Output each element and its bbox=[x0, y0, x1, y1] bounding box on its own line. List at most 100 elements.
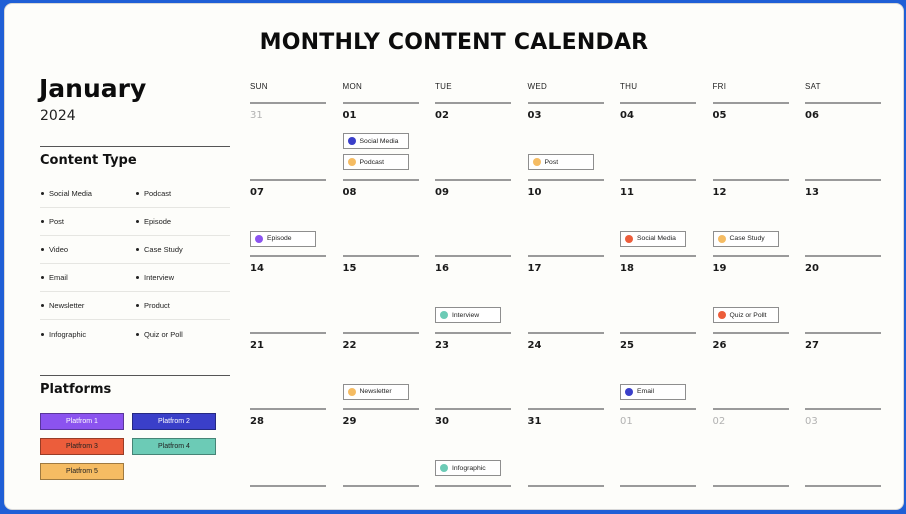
day-cell[interactable]: 31 bbox=[528, 416, 542, 427]
event-label: Case Study bbox=[729, 235, 765, 242]
event-chip[interactable]: Infographic bbox=[435, 460, 501, 476]
event-label: Episode bbox=[267, 235, 292, 242]
content-type-label: Newsletter bbox=[49, 301, 85, 310]
divider bbox=[712, 331, 789, 334]
platform-dot-icon bbox=[255, 234, 263, 243]
divider bbox=[342, 331, 419, 334]
day-cell[interactable]: 21 bbox=[250, 340, 264, 351]
divider bbox=[527, 178, 604, 181]
day-cell[interactable]: 06 bbox=[805, 110, 819, 121]
event-chip[interactable]: Newsletter bbox=[342, 383, 409, 400]
divider bbox=[435, 484, 511, 487]
platform-dot-icon bbox=[347, 137, 356, 145]
event-label: Social Media bbox=[637, 235, 676, 242]
day-cell[interactable]: 03 bbox=[805, 416, 818, 427]
event-chip[interactable]: Social Media bbox=[342, 133, 409, 149]
divider bbox=[435, 102, 511, 104]
bullet-icon bbox=[136, 248, 139, 251]
content-type-item: Email bbox=[40, 273, 135, 282]
day-cell[interactable]: 02 bbox=[713, 416, 726, 427]
content-type-item: Podcast bbox=[135, 189, 230, 198]
day-cell[interactable]: 13 bbox=[805, 187, 819, 198]
bullet-icon bbox=[136, 220, 139, 223]
bullet-icon bbox=[136, 304, 139, 307]
divider bbox=[620, 331, 696, 334]
event-chip[interactable]: Case Study bbox=[712, 230, 779, 247]
weekday-header: THU bbox=[620, 82, 638, 91]
content-type-item: Newsletter bbox=[40, 301, 135, 310]
day-cell[interactable]: 15 bbox=[343, 263, 357, 274]
divider bbox=[805, 255, 881, 257]
divider bbox=[805, 102, 881, 104]
content-type-item: Quiz or Poll bbox=[135, 330, 230, 339]
platform-tag: Platfrom 2 bbox=[132, 413, 216, 430]
day-cell[interactable]: 17 bbox=[528, 263, 542, 274]
divider bbox=[527, 331, 604, 334]
day-cell[interactable]: 10 bbox=[528, 187, 542, 198]
content-type-label: Podcast bbox=[144, 189, 172, 198]
divider bbox=[805, 331, 881, 334]
day-cell[interactable]: 29 bbox=[343, 416, 357, 427]
platform-legend: Platfrom 1 Platfrom 2 Platfrom 3 Platfrom 4… bbox=[40, 413, 230, 480]
day-cell[interactable]: 01 bbox=[343, 110, 357, 121]
event-label: Social Media bbox=[359, 137, 399, 145]
event-chip[interactable]: Interview bbox=[435, 307, 501, 323]
day-cell[interactable]: 07 bbox=[250, 187, 264, 198]
day-cell[interactable]: 26 bbox=[713, 340, 727, 351]
day-cell[interactable]: 12 bbox=[713, 187, 727, 198]
content-type-item: Case Study bbox=[135, 245, 230, 254]
day-cell[interactable]: 02 bbox=[435, 110, 449, 121]
day-cell[interactable]: 27 bbox=[805, 340, 819, 351]
day-cell[interactable]: 22 bbox=[343, 340, 357, 351]
day-cell[interactable]: 03 bbox=[528, 110, 542, 121]
event-chip[interactable]: Email bbox=[620, 383, 686, 400]
day-cell[interactable]: 20 bbox=[805, 263, 819, 274]
day-cell[interactable]: 24 bbox=[528, 340, 542, 351]
day-cell[interactable]: 11 bbox=[620, 187, 634, 198]
event-chip[interactable]: Quiz or Pollt bbox=[712, 307, 779, 323]
platform-dot-icon bbox=[717, 234, 726, 243]
content-type-item: Infographic bbox=[40, 330, 135, 339]
content-type-label: Infographic bbox=[49, 329, 87, 339]
event-chip[interactable]: Episode bbox=[250, 230, 316, 247]
day-cell[interactable]: 04 bbox=[620, 110, 634, 121]
divider bbox=[342, 484, 419, 487]
platforms-title: Platforms bbox=[40, 382, 112, 397]
divider bbox=[620, 178, 696, 181]
content-type-list: Social Media Podcast Post Episode Video Case … bbox=[40, 180, 230, 348]
day-cell[interactable]: 14 bbox=[250, 263, 264, 274]
day-cell[interactable]: 19 bbox=[713, 263, 727, 274]
day-cell[interactable]: 18 bbox=[620, 263, 634, 274]
divider bbox=[712, 255, 789, 257]
content-type-item: Post bbox=[40, 217, 135, 226]
content-type-label: Interview bbox=[144, 273, 175, 282]
day-cell[interactable]: 16 bbox=[435, 263, 449, 274]
day-cell[interactable]: 28 bbox=[250, 416, 264, 427]
day-cell[interactable]: 01 bbox=[620, 416, 633, 427]
content-type-item: Interview bbox=[135, 273, 230, 282]
bullet-icon bbox=[41, 304, 44, 307]
day-cell[interactable]: 31 bbox=[250, 110, 263, 121]
event-chip[interactable]: Social Media bbox=[620, 230, 686, 247]
event-chip[interactable]: Podcast bbox=[342, 154, 409, 170]
day-cell[interactable]: 08 bbox=[343, 187, 357, 198]
day-cell[interactable]: 25 bbox=[620, 340, 634, 351]
divider bbox=[527, 102, 604, 104]
divider bbox=[805, 178, 881, 181]
day-cell[interactable]: 23 bbox=[435, 340, 449, 351]
divider bbox=[712, 408, 789, 410]
event-chip[interactable]: Post bbox=[527, 154, 594, 170]
day-cell[interactable]: 05 bbox=[713, 110, 727, 121]
event-label: Newsletter bbox=[359, 388, 392, 395]
divider bbox=[620, 255, 696, 257]
event-label: Podcast bbox=[359, 158, 385, 166]
weekday-header: MON bbox=[342, 82, 363, 91]
divider bbox=[805, 484, 881, 487]
content-type-label: Episode bbox=[144, 217, 172, 226]
weekday-header: TUE bbox=[435, 82, 452, 91]
day-cell[interactable]: 09 bbox=[435, 187, 449, 198]
bullet-icon bbox=[136, 332, 139, 336]
divider bbox=[805, 408, 881, 410]
day-cell[interactable]: 30 bbox=[435, 416, 449, 427]
divider bbox=[435, 408, 511, 410]
